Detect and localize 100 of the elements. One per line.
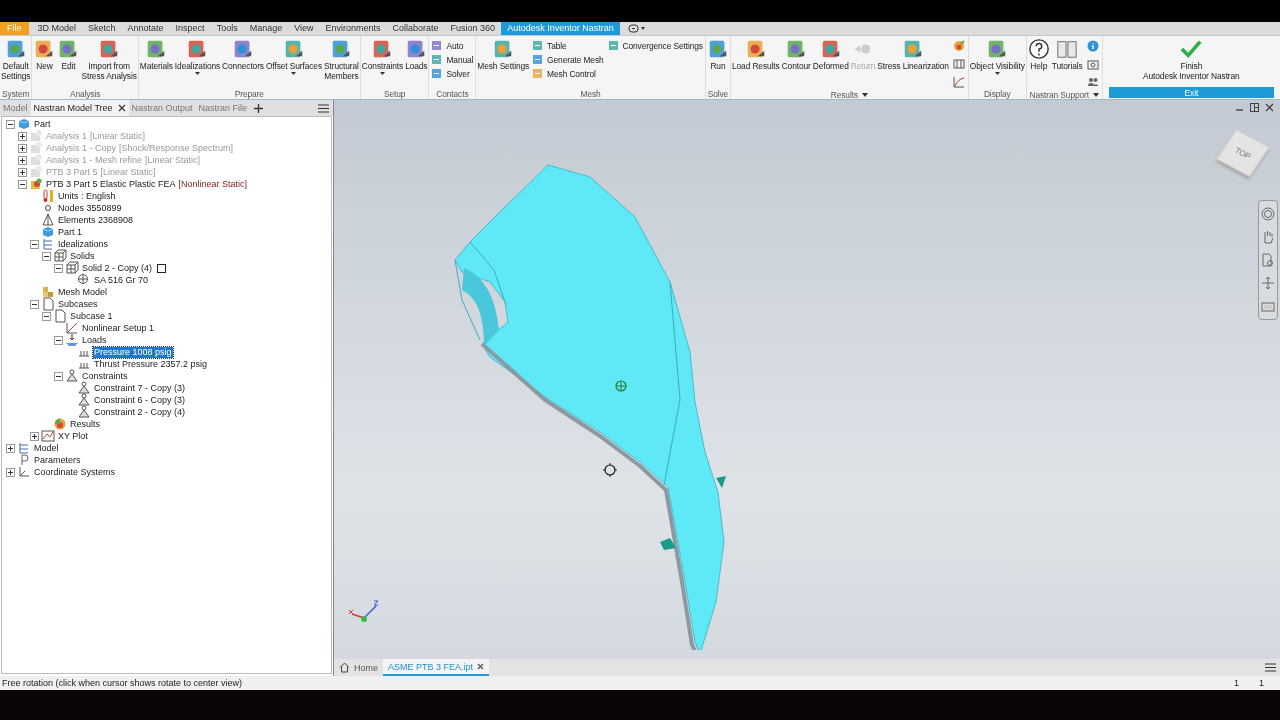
display-toggle-icon[interactable] xyxy=(627,24,646,33)
collapse-toggle[interactable] xyxy=(18,179,27,189)
panel-tab[interactable]: Nastran Output xyxy=(128,100,196,116)
fringe-plot-icon[interactable] xyxy=(952,40,965,52)
tree-item[interactable]: Loads xyxy=(81,334,108,346)
tree-item[interactable]: Solids xyxy=(69,250,96,262)
ribbon-small-button[interactable]: Table xyxy=(532,40,604,51)
collapse-toggle[interactable] xyxy=(30,239,39,249)
tree-item[interactable]: Pressure 1008 psig xyxy=(93,346,173,358)
zoom-icon[interactable] xyxy=(1261,253,1275,267)
menu-icon[interactable] xyxy=(1265,663,1276,672)
expand-toggle[interactable] xyxy=(6,443,15,453)
ribbon-button[interactable]: Materials xyxy=(138,38,174,71)
tree-item[interactable]: Nodes 3550899 xyxy=(57,202,123,214)
info-icon[interactable] xyxy=(1086,40,1099,52)
collapse-toggle[interactable] xyxy=(6,119,15,129)
tree-item[interactable]: Parameters xyxy=(33,454,82,466)
tree-item[interactable]: Constraint 2 - Copy (4) xyxy=(93,406,187,418)
tree-item[interactable]: Mesh Model xyxy=(57,286,109,298)
ribbon-tab[interactable]: 3D Model xyxy=(31,22,83,35)
camera-icon[interactable] xyxy=(1086,58,1099,70)
ribbon-small-button[interactable]: Manual xyxy=(431,54,474,65)
ribbon-small-button[interactable]: Solver xyxy=(431,68,474,79)
ribbon-small-button[interactable]: Mesh Control xyxy=(532,68,604,79)
tree-item[interactable]: Constraints xyxy=(81,370,129,382)
ribbon-button[interactable]: Help xyxy=(1026,38,1051,71)
tree-item[interactable]: PTB 3 Part 5 Elastic Plastic FEA [Nonlinear Static] xyxy=(45,178,249,190)
collapse-toggle[interactable] xyxy=(54,335,63,345)
panel-tab[interactable]: Model xyxy=(0,100,31,116)
ribbon-button[interactable]: Idealizations xyxy=(173,38,222,75)
ribbon-tab[interactable]: Tools xyxy=(210,22,244,35)
people-icon[interactable] xyxy=(1086,76,1099,88)
ribbon-button[interactable]: Default Settings xyxy=(0,38,32,81)
panel-tab[interactable]: Nastran Model Tree xyxy=(30,100,129,116)
ribbon-tab[interactable]: Inspect xyxy=(169,22,211,35)
ribbon-small-button[interactable]: Auto xyxy=(431,40,474,51)
ribbon-button[interactable]: New xyxy=(32,38,57,71)
ribbon-tab[interactable]: Environments xyxy=(319,22,387,35)
tree-item[interactable]: Idealizations xyxy=(57,238,110,250)
collapse-toggle[interactable] xyxy=(42,251,51,261)
ribbon-tab[interactable]: Annotate xyxy=(121,22,170,35)
ribbon-small-button[interactable]: Generate Mesh xyxy=(532,54,604,65)
ribbon-button[interactable]: Stress Linearization xyxy=(876,38,950,71)
tree-item[interactable]: Coordinate Systems xyxy=(33,466,117,478)
checkbox[interactable] xyxy=(157,263,167,273)
ribbon-button[interactable]: Edit xyxy=(56,38,81,71)
tree-item[interactable]: Nonlinear Setup 1 xyxy=(81,322,156,334)
tree-item[interactable]: Model xyxy=(33,442,60,454)
ribbon-tab[interactable]: View xyxy=(288,22,320,35)
ribbon-button[interactable]: Structural Members xyxy=(323,38,360,81)
curve-graph-icon[interactable] xyxy=(952,76,965,88)
expand-toggle[interactable] xyxy=(6,467,15,477)
close-icon[interactable] xyxy=(1265,103,1274,112)
tree-item[interactable]: Subcases xyxy=(57,298,99,310)
navigation-bar[interactable] xyxy=(1258,200,1278,320)
collapse-toggle[interactable] xyxy=(54,263,63,273)
caret-icon[interactable] xyxy=(862,93,868,97)
collapse-toggle[interactable] xyxy=(30,299,39,309)
tree-item[interactable]: Results xyxy=(69,418,101,430)
ribbon-button[interactable]: Tutorials xyxy=(1050,38,1084,71)
tree-item[interactable]: Thrust Pressure 2357.2 psig xyxy=(93,358,209,370)
pan-hand-icon[interactable] xyxy=(1261,230,1275,244)
ribbon-small-button[interactable]: Convergence Settings xyxy=(607,40,703,51)
ribbon-button[interactable]: Loads xyxy=(404,38,429,71)
tree-item[interactable]: Subcase 1 xyxy=(69,310,114,322)
orbit-icon[interactable] xyxy=(1261,276,1275,290)
tree-item[interactable]: Solid 2 - Copy (4) xyxy=(81,262,154,274)
restore-icon[interactable] xyxy=(1250,103,1259,112)
expand-toggle[interactable] xyxy=(30,431,39,441)
tree-item[interactable]: Units : English xyxy=(57,190,117,202)
ribbon-button[interactable]: Offset Surfaces xyxy=(264,38,323,75)
ribbon-button[interactable]: Object Visibility xyxy=(968,38,1026,75)
tree-item[interactable]: SA 516 Gr 70 xyxy=(93,274,150,286)
ribbon-button[interactable]: Constraints xyxy=(360,38,405,75)
close-icon[interactable] xyxy=(117,104,126,112)
menu-icon[interactable] xyxy=(318,103,329,113)
tree-item[interactable]: Constraint 7 - Copy (3) xyxy=(93,382,187,394)
tree-item[interactable]: Elements 2368908 xyxy=(57,214,135,226)
document-tab[interactable]: Home xyxy=(334,659,383,676)
collapse-toggle[interactable] xyxy=(54,371,63,381)
panel-tab[interactable]: Nastran File xyxy=(195,100,251,116)
caret-icon[interactable] xyxy=(1093,93,1099,97)
ribbon-button[interactable]: Import from Stress Analysis xyxy=(80,38,138,81)
close-icon[interactable] xyxy=(477,663,485,670)
tree-item[interactable]: Part 1 xyxy=(57,226,83,238)
tree-item[interactable]: Part xyxy=(33,118,52,130)
collapse-toggle[interactable] xyxy=(42,311,51,321)
ribbon-button[interactable]: Mesh Settings xyxy=(476,38,531,71)
ribbon-tab[interactable]: Sketch xyxy=(82,22,122,35)
ribbon-button[interactable]: Run xyxy=(705,38,730,71)
ribbon-button[interactable]: Connectors xyxy=(221,38,265,71)
add-icon[interactable] xyxy=(254,103,264,113)
ribbon-tab[interactable]: Fusion 360 xyxy=(444,22,502,35)
ribbon-button[interactable]: Load Results xyxy=(730,38,781,71)
table-columns-icon[interactable] xyxy=(952,58,965,70)
ribbon-tab[interactable]: Manage xyxy=(243,22,289,35)
tree-item[interactable]: XY Plot xyxy=(57,430,89,442)
view-cube[interactable]: TOP xyxy=(1216,129,1270,177)
ribbon-button[interactable]: Contour xyxy=(780,38,812,71)
ribbon-button[interactable]: Deformed xyxy=(811,38,850,71)
